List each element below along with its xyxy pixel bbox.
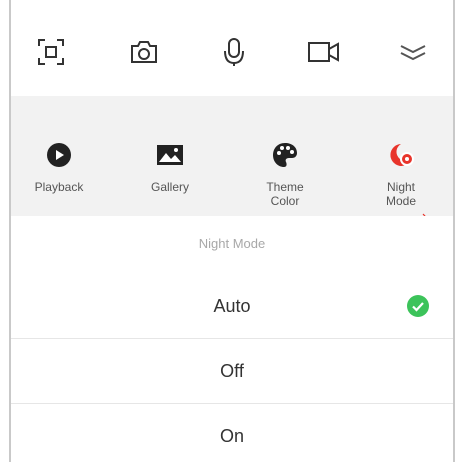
shortcut-theme-color[interactable]: Theme Color [249,140,321,208]
playback-icon [44,140,74,170]
shortcut-label-playback: Playback [34,180,84,194]
microphone-icon [222,37,246,67]
annotation-arrow [422,213,426,216]
option-off[interactable]: Off [11,339,453,403]
palette-icon [270,140,300,170]
shortcut-strip: Playback Gallery Theme Color Night Mode [11,96,453,216]
shortcut-gallery[interactable]: Gallery [134,140,206,194]
option-off-label: Off [220,360,244,381]
shortcut-label-night-mode: Night Mode [385,180,417,208]
video-button[interactable] [304,32,344,72]
scan-icon [37,38,65,66]
shortcut-label-gallery: Gallery [150,180,189,194]
check-icon [407,295,429,317]
camera-button[interactable] [124,32,164,72]
collapse-button[interactable] [393,32,433,72]
option-auto-label: Auto [213,295,251,316]
option-on[interactable]: On [11,404,453,468]
scan-button[interactable] [31,32,71,72]
gallery-icon [155,140,185,170]
night-mode-icon [386,140,416,170]
top-toolbar [11,0,453,96]
night-mode-sheet: Night Mode Auto Off On [11,216,453,462]
option-auto[interactable]: Auto [11,274,453,338]
shortcut-label-theme-color: Theme Color [266,180,304,208]
microphone-button[interactable] [214,32,254,72]
video-camera-icon [307,40,341,64]
shortcut-night-mode[interactable]: Night Mode [365,140,437,208]
sheet-title: Night Mode [198,236,266,251]
shortcut-playback[interactable]: Playback [23,140,95,194]
collapse-icon [398,42,428,62]
camera-icon [129,39,159,65]
option-on-label: On [219,425,244,446]
